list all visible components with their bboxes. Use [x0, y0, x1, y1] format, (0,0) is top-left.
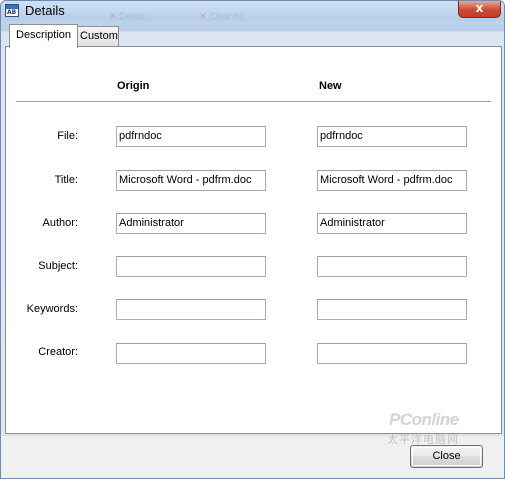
watermark-logo: PConline 太平洋电脑网 [385, 402, 491, 448]
close-icon: x [475, 1, 484, 15]
creator-origin-field[interactable] [116, 343, 266, 364]
author-new-field[interactable]: Administrator [317, 213, 467, 234]
header-divider [16, 101, 491, 103]
background-toolbar-item-delete: ✕ Delete [109, 11, 146, 21]
tab-description[interactable]: Description [9, 24, 79, 48]
subject-new-field[interactable] [317, 256, 467, 277]
close-button[interactable]: Close [410, 445, 483, 468]
field-label-keywords: Keywords: [26, 303, 78, 315]
column-header-origin: Origin [117, 80, 150, 92]
details-dialog: AB Details ✕ Delete ✕ Clear All x Descript… [0, 0, 505, 479]
keywords-origin-field[interactable] [116, 299, 266, 320]
field-label-title: Title: [54, 174, 78, 186]
app-icon-letters: AB [7, 9, 17, 16]
field-label-file: File: [57, 130, 78, 142]
delete-icon: ✕ [109, 11, 117, 21]
watermark-brand: PConline [389, 410, 459, 429]
description-panel: Origin New File: pdfrndoc pdfrndoc Title… [5, 46, 502, 434]
background-toolbar-item-clear: ✕ Clear All [199, 11, 244, 21]
close-button-label: Close [432, 450, 461, 462]
column-header-new: New [319, 80, 342, 92]
keywords-new-field[interactable] [317, 299, 467, 320]
author-origin-field[interactable]: Administrator [116, 213, 266, 234]
tab-custom[interactable]: Custom [73, 26, 119, 47]
field-label-subject: Subject: [38, 260, 78, 272]
file-new-field[interactable]: pdfrndoc [317, 126, 467, 147]
app-icon: AB [5, 4, 19, 17]
window-title: Details [25, 3, 65, 18]
title-bar[interactable]: AB Details ✕ Delete ✕ Clear All x [1, 1, 504, 21]
field-label-author: Author: [42, 217, 78, 229]
subject-origin-field[interactable] [116, 256, 266, 277]
file-origin-field[interactable]: pdfrndoc [116, 126, 266, 147]
title-new-field[interactable]: Microsoft Word - pdfrm.doc [317, 170, 467, 191]
creator-new-field[interactable] [317, 343, 467, 364]
window-close-button[interactable]: x [458, 1, 501, 18]
title-origin-field[interactable]: Microsoft Word - pdfrm.doc [116, 170, 266, 191]
field-label-creator: Creator: [38, 346, 78, 358]
clear-icon: ✕ [199, 11, 207, 21]
